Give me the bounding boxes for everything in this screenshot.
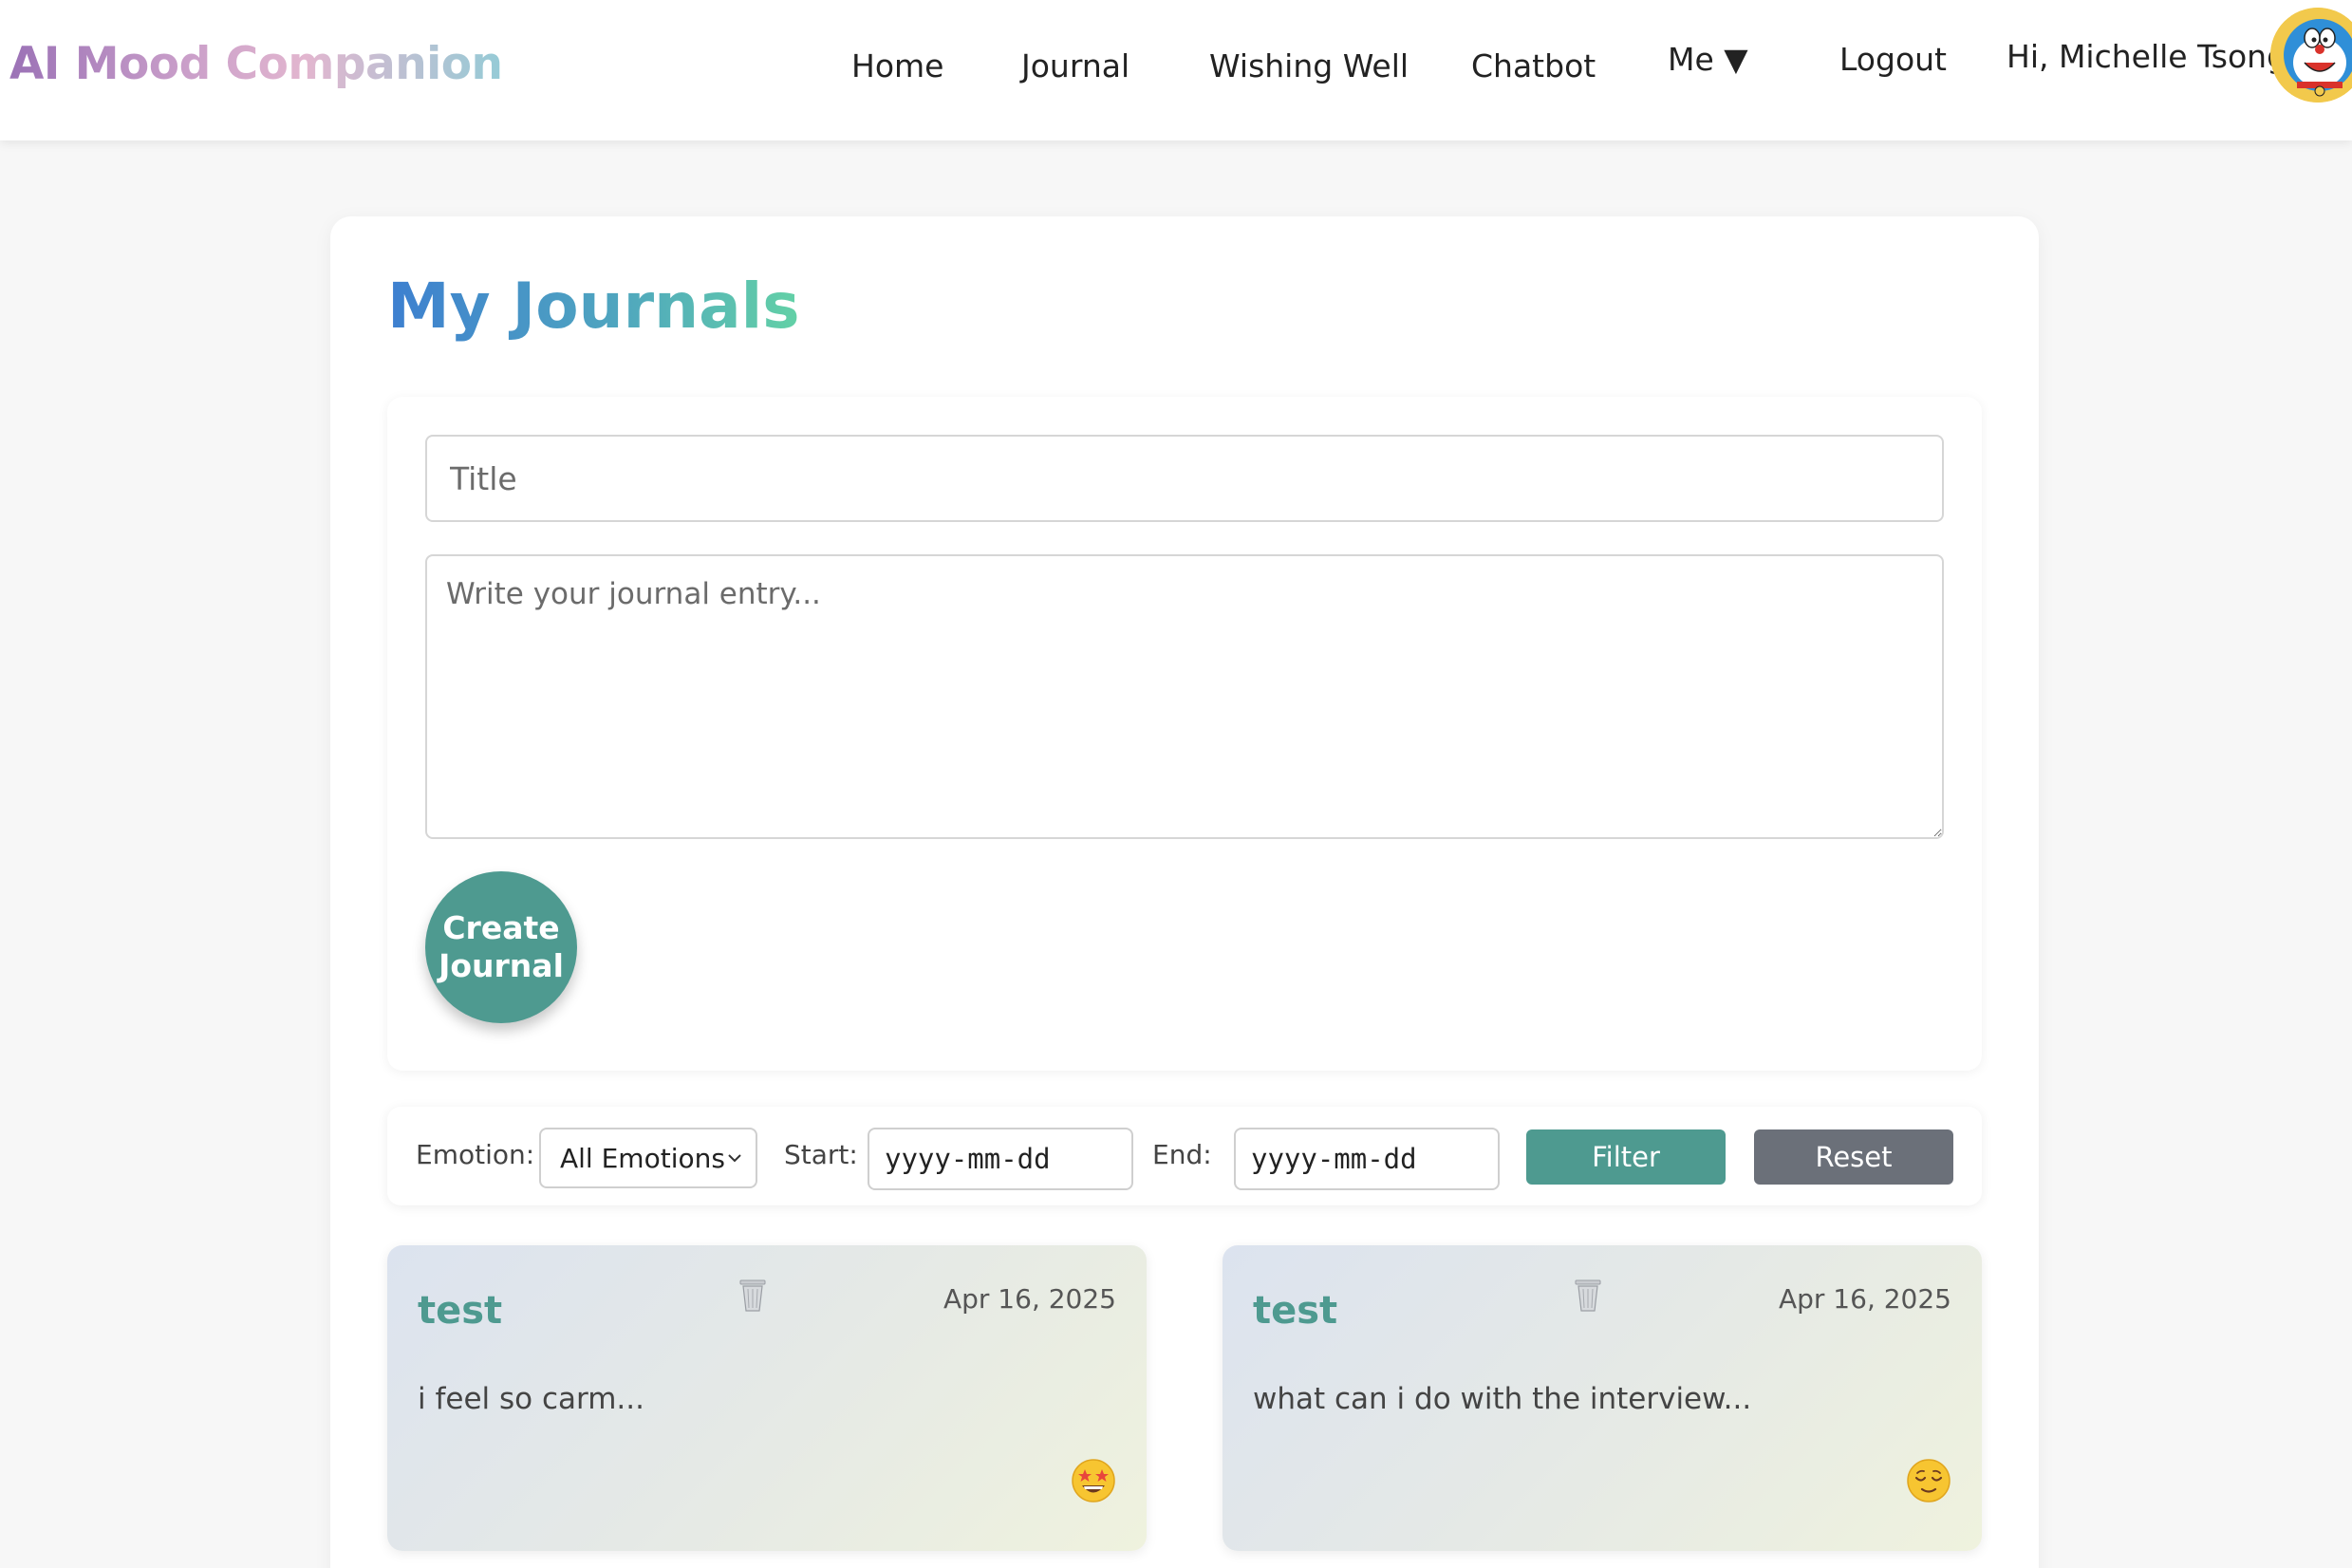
nav-wishing-well[interactable]: Wishing Well bbox=[1209, 47, 1409, 84]
create-journal-button[interactable]: Create Journal bbox=[425, 871, 577, 1023]
journal-entry-textarea[interactable] bbox=[425, 554, 1944, 839]
journal-card-date: Apr 16, 2025 bbox=[1778, 1283, 1951, 1315]
journal-card[interactable]: test Apr 16, 2025 i feel so carm... bbox=[387, 1245, 1147, 1551]
emotion-label: Emotion: bbox=[416, 1139, 535, 1170]
user-greeting: Hi, Michelle Tsong bbox=[2007, 38, 2287, 75]
start-date-label: Start: bbox=[784, 1139, 858, 1170]
star-struck-emoji-icon bbox=[1072, 1459, 1115, 1503]
journal-card-snippet: what can i do with the interview... bbox=[1253, 1382, 1752, 1416]
top-navbar: AI Mood Companion Home Journal Wishing W… bbox=[0, 0, 2352, 140]
filter-button[interactable]: Filter bbox=[1526, 1129, 1726, 1185]
trash-icon[interactable] bbox=[1572, 1276, 1604, 1314]
nav-home[interactable]: Home bbox=[851, 47, 943, 84]
reset-button[interactable]: Reset bbox=[1754, 1129, 1953, 1185]
emotion-select[interactable]: All Emotions bbox=[539, 1128, 757, 1188]
journal-card-snippet: i feel so carm... bbox=[418, 1382, 644, 1416]
start-date-input[interactable]: yyyy-mm-dd bbox=[868, 1128, 1133, 1190]
new-journal-form: Create Journal bbox=[387, 397, 1982, 1071]
journal-card-title: test bbox=[418, 1289, 503, 1333]
end-date-input[interactable]: yyyy-mm-dd bbox=[1234, 1128, 1500, 1190]
journal-card[interactable]: test Apr 16, 2025 what can i do with the… bbox=[1223, 1245, 1982, 1551]
journal-card-date: Apr 16, 2025 bbox=[943, 1283, 1116, 1315]
relieved-emoji-icon bbox=[1907, 1459, 1951, 1503]
nav-chatbot[interactable]: Chatbot bbox=[1471, 47, 1596, 84]
filter-bar: Emotion: All Emotions Start: yyyy-mm-dd … bbox=[387, 1107, 1982, 1205]
nav-logout[interactable]: Logout bbox=[1839, 41, 1947, 78]
journal-title-input[interactable] bbox=[425, 435, 1944, 522]
brand-logo[interactable]: AI Mood Companion bbox=[9, 38, 503, 90]
nav-me-dropdown[interactable]: Me ▼ bbox=[1668, 41, 1748, 78]
end-date-label: End: bbox=[1152, 1139, 1212, 1170]
journals-panel: My Journals Create Journal Emotion: All … bbox=[330, 216, 2039, 1568]
page-title: My Journals bbox=[387, 270, 800, 343]
chevron-down-icon bbox=[728, 1154, 741, 1163]
journal-card-title: test bbox=[1253, 1289, 1338, 1333]
nav-journal[interactable]: Journal bbox=[1021, 47, 1129, 84]
emotion-select-value: All Emotions bbox=[560, 1142, 725, 1174]
user-avatar[interactable] bbox=[2270, 8, 2352, 103]
trash-icon[interactable] bbox=[737, 1276, 769, 1314]
doraemon-avatar-icon bbox=[2270, 8, 2352, 103]
